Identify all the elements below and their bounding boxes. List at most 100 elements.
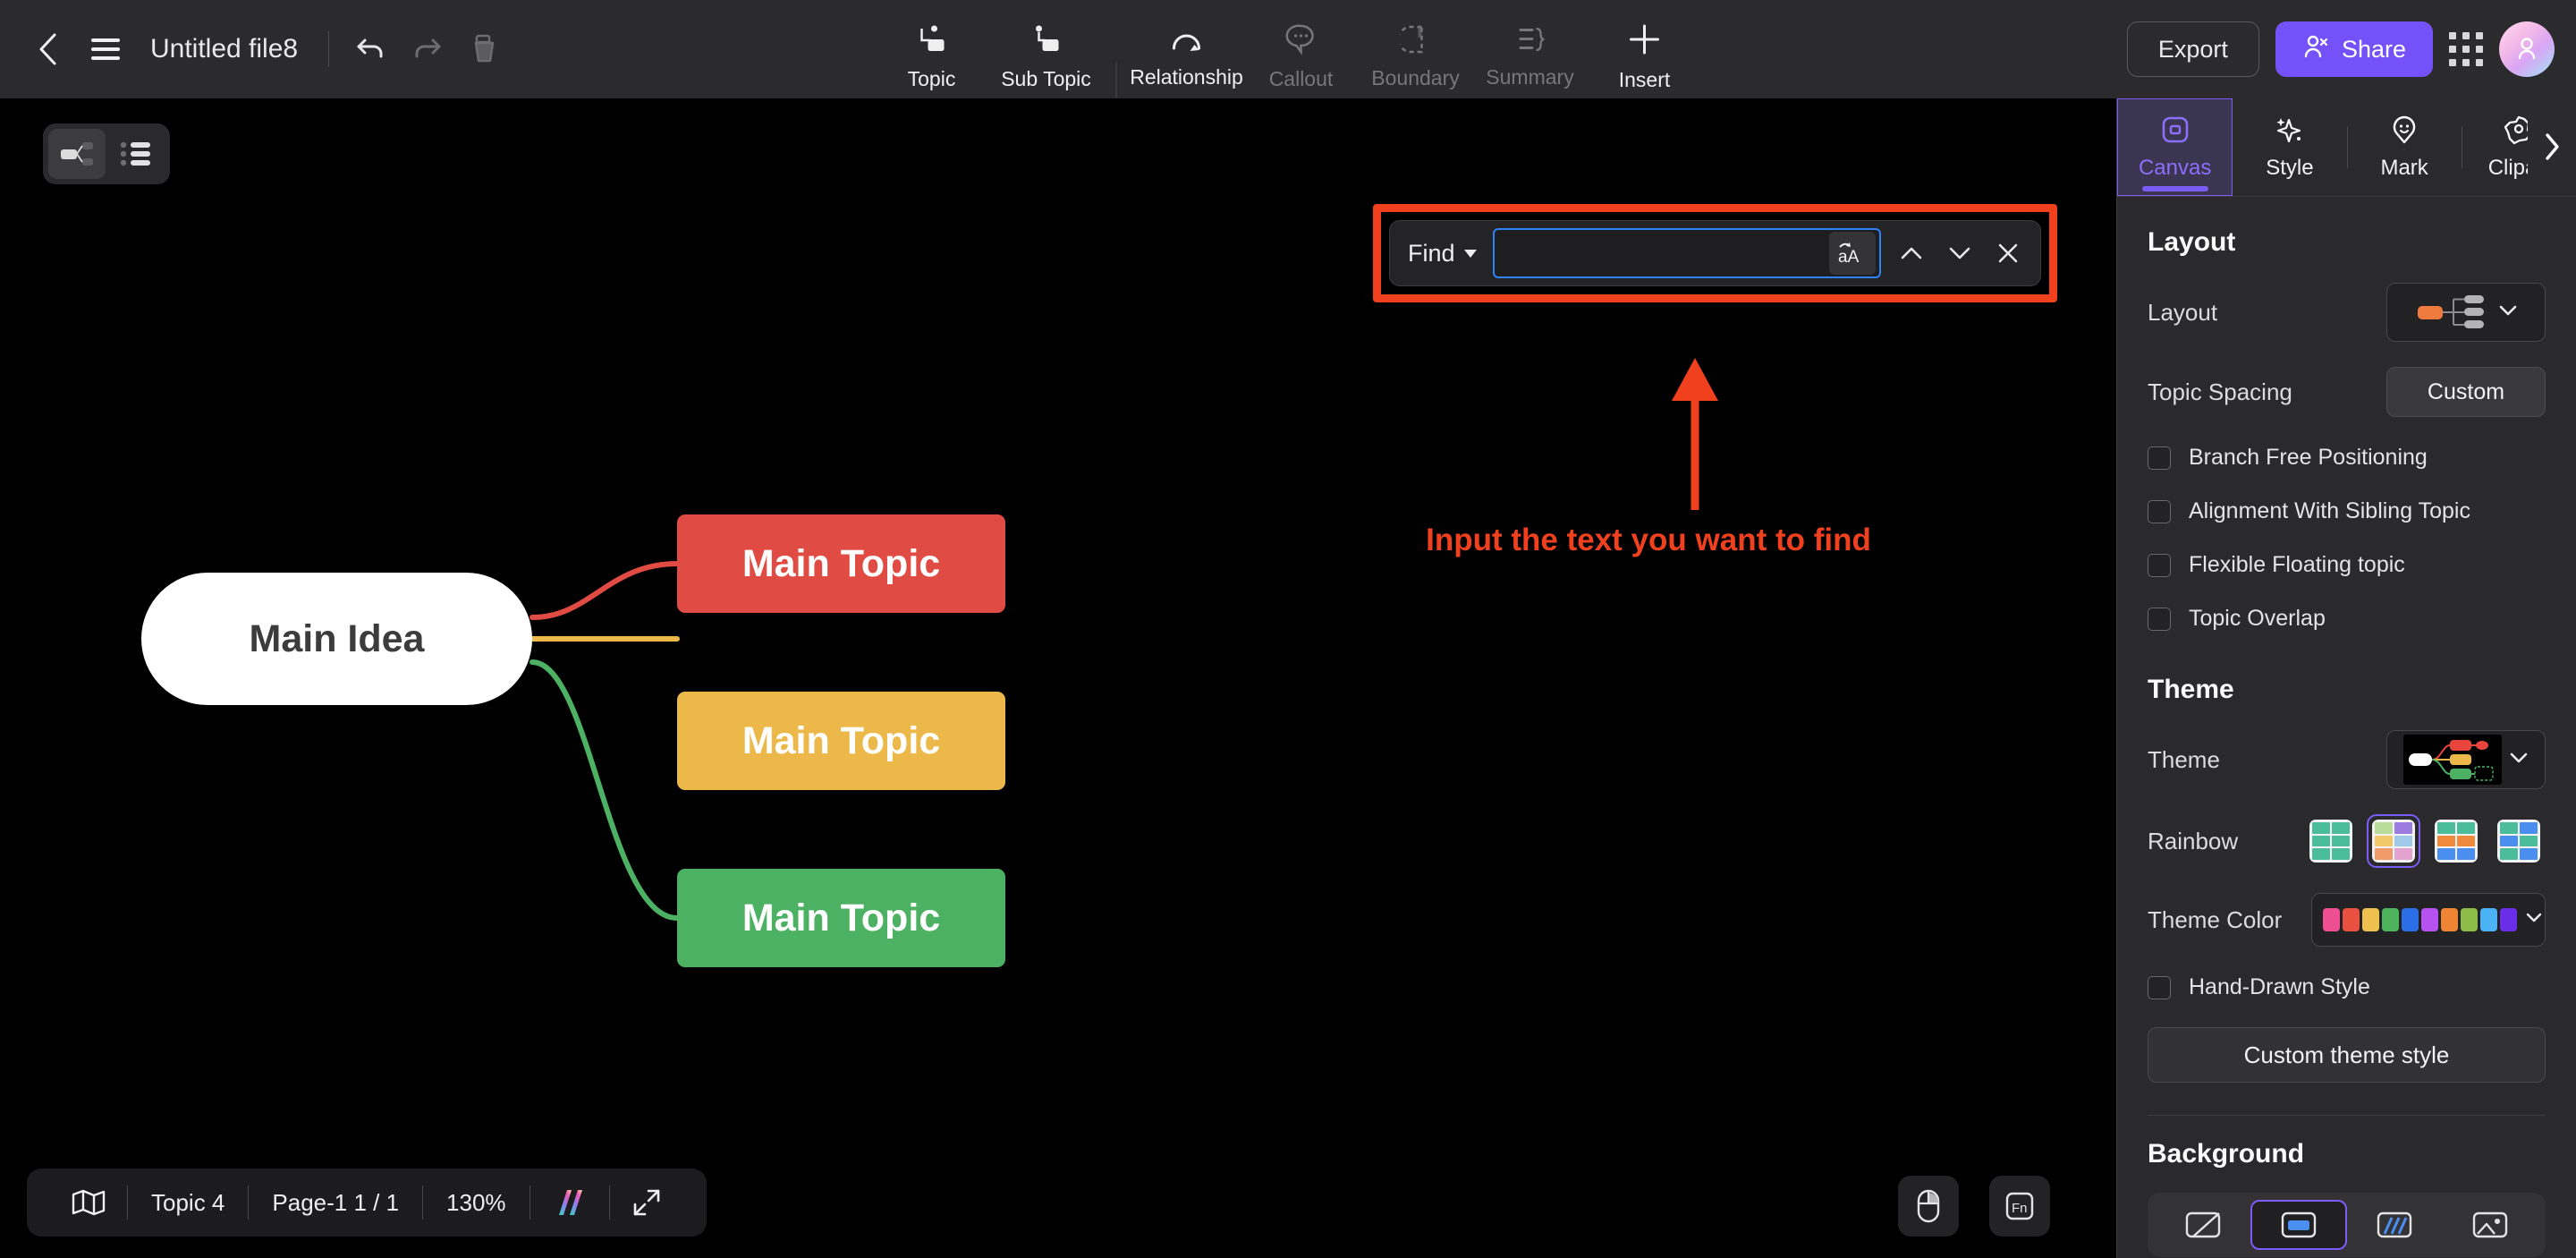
find-input[interactable] [1494,230,1829,276]
hamburger-menu-icon[interactable] [77,21,134,78]
panel-collapse-button[interactable] [2528,106,2576,188]
chevron-down-icon [1463,249,1477,258]
avatar[interactable] [2499,21,2555,77]
tool-insert[interactable]: Insert [1588,16,1702,98]
checkbox-label: Branch Free Positioning [2189,445,2428,470]
find-input-wrapper: aA [1492,228,1881,278]
topic-count-label: Topic 4 [151,1188,225,1216]
tool-callout[interactable]: Callout [1244,16,1359,98]
theme-color-select[interactable] [2311,893,2546,947]
background-option-solid[interactable] [2250,1200,2347,1250]
checkbox-alignment-with-sibling-topic[interactable]: Alignment With Sibling Topic [2148,498,2546,524]
share-button[interactable]: Share [2275,21,2433,77]
theme-color-swatch [2402,908,2419,931]
theme-color-label: Theme Color [2148,905,2283,933]
mouse-mode-icon[interactable] [1898,1176,1959,1237]
checkbox-box [2148,446,2171,470]
mindmap-topic-node-3[interactable]: Main Topic [677,869,1005,967]
tool-summary[interactable]: Summary [1473,16,1588,98]
theme-label: Theme [2148,745,2220,773]
rainbow-swatch [2435,820,2478,863]
tab-style[interactable]: Style [2233,98,2346,196]
rainbow-swatch [2372,820,2415,863]
theme-color-swatch [2461,908,2478,931]
canvas-corner-buttons: Fn [1898,1176,2050,1237]
layout-label: Layout [2148,298,2218,326]
format-painter-icon[interactable] [456,21,513,78]
tool-relationship[interactable]: Relationship [1130,16,1244,98]
rainbow-option-2[interactable] [2429,814,2483,868]
rainbow-option-1[interactable] [2367,814,2420,868]
tab-mark-label: Mark [2380,155,2428,180]
theme-select[interactable] [2386,730,2546,789]
rainbow-swatch [2309,820,2352,863]
find-close-button[interactable] [1990,231,2026,276]
rainbow-row: Rainbow [2148,814,2546,868]
status-bar: Topic 4 Page-1 1 / 1 130% [27,1169,707,1237]
boundary-icon [1397,24,1431,59]
checkbox-box [2148,499,2171,523]
mindmap-root-node[interactable]: Main Idea [141,573,532,705]
canvas-area[interactable]: Main Idea Main Topic Main Topic Main Top… [0,98,2116,1258]
background-option-stripes[interactable] [2347,1200,2443,1250]
checkbox-label: Flexible Floating topic [2189,552,2405,577]
export-button[interactable]: Export [2126,21,2259,77]
tool-topic[interactable]: Topic [875,16,989,98]
fn-shortcut-icon[interactable]: Fn [1989,1176,2050,1237]
page-indicator[interactable]: Page-1 1 / 1 [249,1189,422,1217]
tool-sub-topic[interactable]: Sub Topic [989,16,1104,98]
background-option-image[interactable] [2443,1200,2538,1250]
checkbox-label: Topic Overlap [2189,606,2326,631]
checkbox-flexible-floating-topic[interactable]: Flexible Floating topic [2148,552,2546,578]
topic-icon [915,23,949,60]
checkbox-box [2148,553,2171,577]
apps-grid-icon[interactable] [2449,32,2483,66]
checkbox-box [2148,975,2171,999]
panel-section-divider [2148,1115,2546,1116]
back-button[interactable] [20,21,77,78]
panel-body: Layout Layout Topic Spacing Custom Branc… [2117,227,2576,1257]
background-option-color-fill[interactable] [2155,1200,2250,1250]
tab-canvas[interactable]: Canvas [2117,98,2233,196]
tool-boundary-label: Boundary [1371,66,1460,89]
mindmap-topic-node-1[interactable]: Main Topic [677,514,1005,613]
sparkle-icon [2275,115,2305,149]
find-mode-label: Find [1408,239,1455,267]
rainbow-options [2304,814,2546,868]
find-bar: Find aA [1389,220,2041,286]
fullscreen-icon[interactable] [610,1187,683,1218]
checkbox-hand-drawn-style[interactable]: Hand-Drawn Style [2148,974,2546,1000]
custom-theme-style-button[interactable]: Custom theme style [2148,1027,2546,1083]
theme-preview-icon [2403,735,2502,785]
theme-color-swatch [2500,908,2517,931]
redo-button[interactable] [399,21,456,78]
zoom-level[interactable]: 130% [423,1189,530,1217]
topic-spacing-button[interactable]: Custom [2386,367,2546,417]
find-mode-dropdown[interactable]: Find [1404,240,1480,268]
theme-section-title: Theme [2148,675,2234,704]
checkbox-topic-overlap[interactable]: Topic Overlap [2148,606,2546,632]
find-previous-button[interactable] [1894,231,1929,276]
rainbow-label: Rainbow [2148,827,2239,854]
mini-map-icon[interactable] [50,1188,127,1217]
top-toolbar: Untitled file8 Topic Sub Topic Relations… [0,0,2576,98]
theme-row: Theme [2148,730,2546,789]
tool-boundary[interactable]: Boundary [1359,16,1473,98]
layout-select[interactable] [2386,283,2546,342]
ai-icon[interactable] [530,1185,609,1220]
tab-mark[interactable]: Mark [2348,98,2462,196]
tool-insert-label: Insert [1618,68,1671,91]
checkbox-branch-free-positioning[interactable]: Branch Free Positioning [2148,445,2546,471]
summary-icon [1515,25,1546,58]
toolbar-divider-2 [1115,63,1117,98]
undo-button[interactable] [342,21,399,78]
rainbow-option-3[interactable] [2492,814,2546,868]
svg-text:aA: aA [1838,248,1860,267]
match-case-icon[interactable]: aA [1829,232,1876,275]
theme-color-swatch [2441,908,2458,931]
layout-section-title: Layout [2148,227,2236,257]
rainbow-option-0[interactable] [2304,814,2358,868]
find-next-button[interactable] [1942,231,1978,276]
mindmap-topic-node-2[interactable]: Main Topic [677,692,1005,790]
document-title[interactable]: Untitled file8 [150,34,298,64]
